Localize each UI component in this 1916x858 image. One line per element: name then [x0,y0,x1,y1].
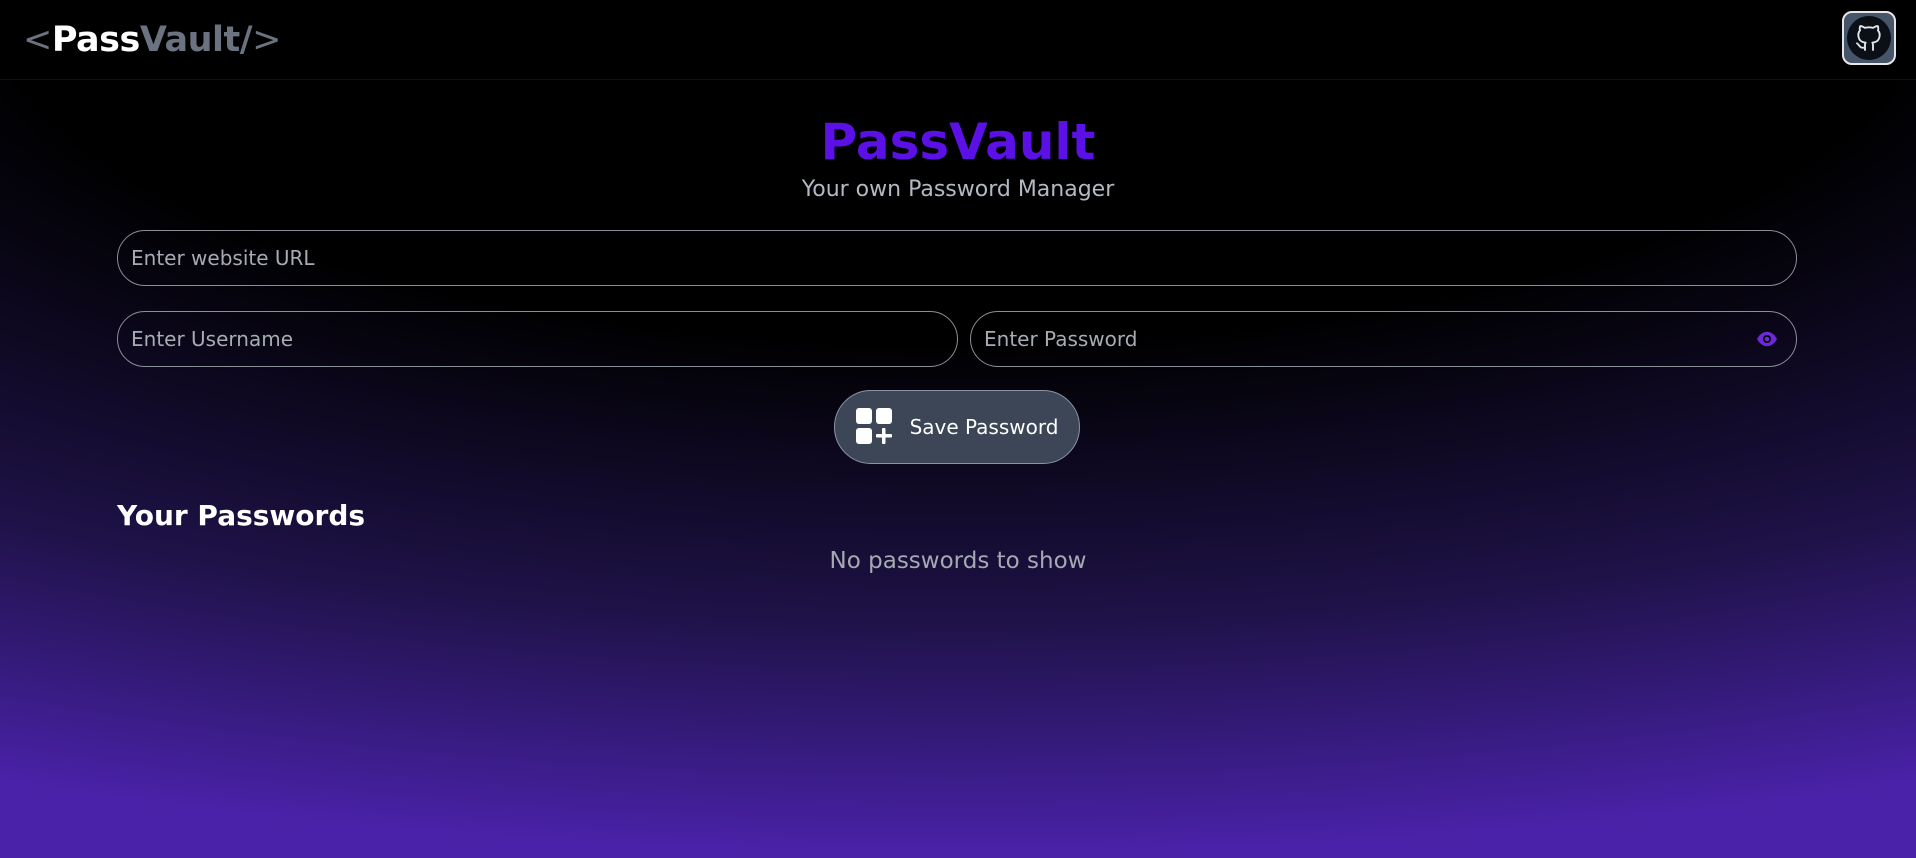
password-input[interactable] [970,311,1797,367]
save-password-label: Save Password [909,415,1059,439]
logo-pass: Pass [51,20,141,60]
navbar: <PassVault/> [0,0,1916,80]
github-icon [1847,16,1891,60]
username-input[interactable] [117,311,958,367]
github-button[interactable] [1842,11,1896,65]
page-subtitle: Your own Password Manager [801,177,1115,202]
website-url-input[interactable] [117,230,1797,286]
logo: <PassVault/> [23,20,281,60]
grid-plus-icon [855,408,892,444]
password-field-wrapper [970,311,1797,367]
logo-bracket-close: > [252,20,281,60]
eye-icon[interactable] [1755,328,1779,350]
save-password-button[interactable]: Save Password [834,390,1080,464]
empty-state-text: No passwords to show [829,548,1087,574]
logo-bracket-open: < [23,20,52,60]
page-title: PassVault [820,113,1096,171]
passwords-heading: Your Passwords [117,499,366,532]
logo-vault: Vault/ [139,20,253,60]
